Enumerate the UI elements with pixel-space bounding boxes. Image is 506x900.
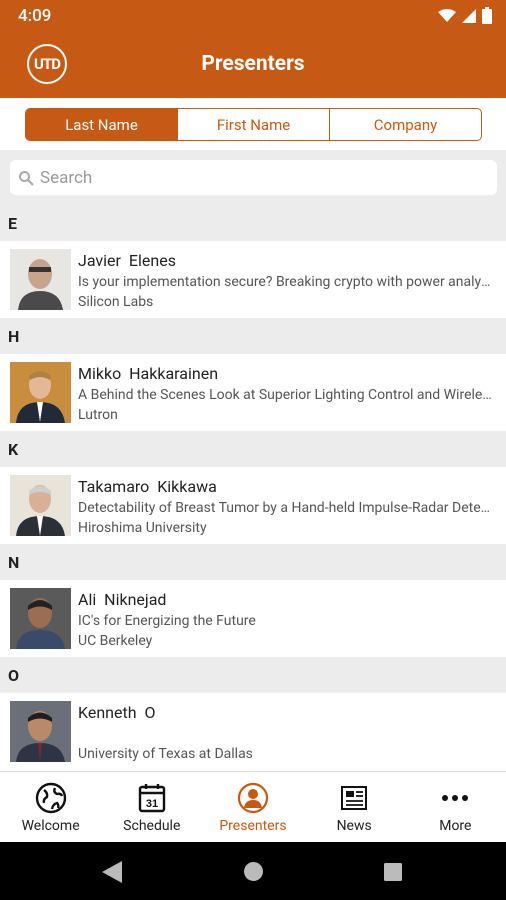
presenter-name: Kenneth O <box>78 703 156 722</box>
more-dots-icon <box>442 795 469 801</box>
presenter-list: E Javier Elenes Is your implementation s… <box>0 205 506 770</box>
presenter-photo <box>10 701 71 762</box>
calendar-day-text: 31 <box>146 798 158 810</box>
presenter-photo <box>10 475 71 536</box>
app-bar: UTD Presenters <box>0 32 506 98</box>
search-icon <box>19 170 34 186</box>
section-header: H <box>0 318 506 354</box>
status-bar: 4:09 <box>0 0 506 32</box>
tab-news[interactable]: News <box>304 772 405 843</box>
presenter-row[interactable]: Ali Niknejad IC's for Energizing the Fut… <box>0 580 506 657</box>
bottom-tab-bar: Welcome 31 Schedule Presenters News More <box>0 771 506 843</box>
search-bar: Search <box>0 150 506 205</box>
tab-label: News <box>336 818 372 834</box>
presenter-org: Silicon Labs <box>78 294 154 310</box>
battery-icon <box>482 7 492 24</box>
presenter-org: Lutron <box>78 407 118 423</box>
tab-welcome[interactable]: Welcome <box>0 772 101 843</box>
section-header: O <box>0 657 506 693</box>
presenter-row[interactable]: Kenneth O University of Texas at Dallas <box>0 693 506 770</box>
presenter-row[interactable]: Javier Elenes Is your implementation sec… <box>0 241 506 318</box>
presenter-org: UC Berkeley <box>78 633 153 649</box>
presenter-org: Hiroshima University <box>78 520 207 536</box>
presenter-name: Takamaro Kikkawa <box>78 477 217 496</box>
tab-schedule[interactable]: 31 Schedule <box>101 772 202 843</box>
newspaper-icon <box>341 786 368 810</box>
presenter-name: Mikko Hakkarainen <box>78 364 219 383</box>
tab-label: Presenters <box>219 818 287 834</box>
search-input[interactable]: Search <box>10 160 497 195</box>
status-icons <box>438 7 492 24</box>
person-icon <box>237 782 269 814</box>
tab-label: Welcome <box>21 818 80 834</box>
presenter-talk: A Behind the Scenes Look at Superior Lig… <box>78 387 496 403</box>
presenter-photo <box>10 588 71 649</box>
system-nav-bar <box>0 842 506 900</box>
home-icon[interactable] <box>244 862 263 881</box>
calendar-icon: 31 <box>138 784 165 813</box>
presenter-talk: Is your implementation secure? Breaking … <box>78 274 496 290</box>
back-icon[interactable] <box>102 861 122 883</box>
recents-icon[interactable] <box>384 863 402 881</box>
presenter-row[interactable]: Mikko Hakkarainen A Behind the Scenes Lo… <box>0 354 506 431</box>
section-header: N <box>0 544 506 580</box>
sort-segmented-control: Last Name First Name Company <box>25 108 482 141</box>
wifi-icon <box>438 8 456 22</box>
segment-last-name[interactable]: Last Name <box>26 109 177 140</box>
presenter-org: University of Texas at Dallas <box>78 746 253 762</box>
tab-label: More <box>439 818 472 834</box>
section-header: E <box>0 205 506 241</box>
page-title: Presenters <box>201 52 305 76</box>
presenter-photo <box>10 249 71 310</box>
tab-presenters[interactable]: Presenters <box>202 772 303 843</box>
signal-icon <box>462 8 476 23</box>
presenter-row[interactable]: Takamaro Kikkawa Detectability of Breast… <box>0 467 506 544</box>
presenter-photo <box>10 362 71 423</box>
segment-company[interactable]: Company <box>329 109 481 140</box>
presenter-name: Ali Niknejad <box>78 590 167 609</box>
tab-more[interactable]: More <box>405 772 506 843</box>
search-placeholder: Search <box>40 167 93 188</box>
presenter-talk: IC's for Energizing the Future <box>78 613 256 629</box>
status-time: 4:09 <box>18 6 52 26</box>
presenter-name: Javier Elenes <box>78 251 176 270</box>
tab-label: Schedule <box>123 818 181 834</box>
globe-icon <box>35 782 66 814</box>
presenter-talk: Detectability of Breast Tumor by a Hand-… <box>78 500 496 516</box>
segment-first-name[interactable]: First Name <box>177 109 329 140</box>
section-header: K <box>0 431 506 467</box>
